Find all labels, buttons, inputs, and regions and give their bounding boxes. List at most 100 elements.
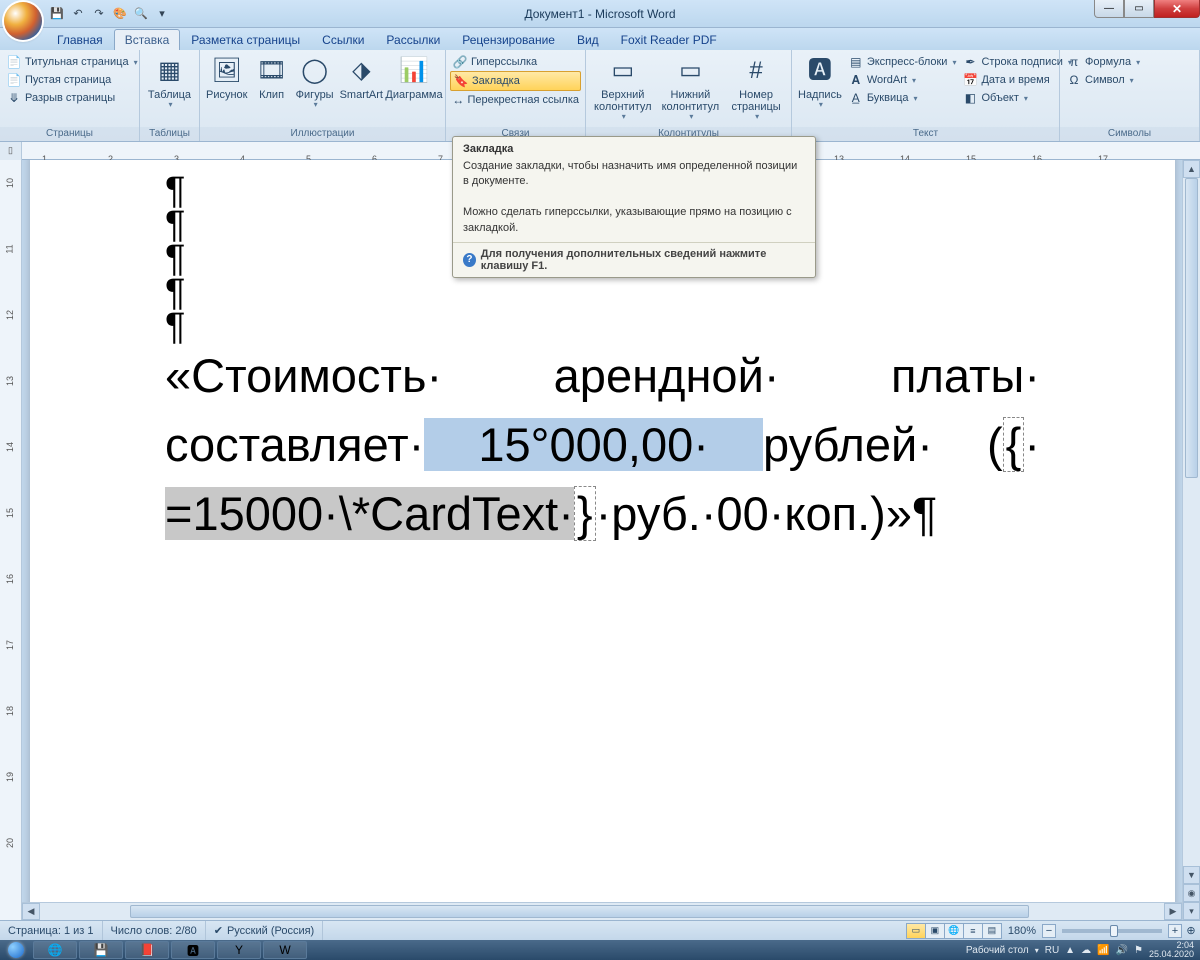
zoom-thumb[interactable] xyxy=(1110,925,1118,937)
crossref-button[interactable]: ↔Перекрестная ссылка xyxy=(450,91,581,109)
chart-button[interactable]: 📊Диаграмма xyxy=(387,53,441,103)
datetime-button[interactable]: 📅Дата и время xyxy=(960,71,1073,89)
prev-page-button[interactable]: ◉ xyxy=(1183,884,1200,902)
shapes-button[interactable]: ◯Фигуры xyxy=(294,53,336,112)
smartart-icon: ⬗ xyxy=(345,55,377,87)
qat-lookup[interactable]: 🔍 xyxy=(132,5,150,23)
tray-cloud-icon[interactable]: ☁ xyxy=(1081,945,1091,956)
pagenum-button[interactable]: #Номер страницы xyxy=(725,53,787,124)
tray-updates-icon[interactable]: ▲ xyxy=(1065,945,1075,956)
task-foxit[interactable]: 📕 xyxy=(125,941,169,959)
ruler-vertical[interactable]: 1011121314151617181920 xyxy=(0,160,22,920)
dropcap-label: Буквица xyxy=(867,92,909,104)
zoom-slider[interactable] xyxy=(1062,929,1162,933)
tab-home[interactable]: Главная xyxy=(46,29,114,50)
dropcap-button[interactable]: A̲Буквица xyxy=(846,89,959,107)
spellcheck-icon: ✔ xyxy=(214,924,223,937)
page-break-button[interactable]: ⤋Разрыв страницы xyxy=(4,89,140,107)
tab-mailings[interactable]: Рассылки xyxy=(375,29,451,50)
smartart-button[interactable]: ⬗SmartArt xyxy=(338,53,385,103)
object-button[interactable]: ◧Объект xyxy=(960,89,1073,107)
tray-network-icon[interactable]: 📶 xyxy=(1097,945,1109,956)
tab-review[interactable]: Рецензирование xyxy=(451,29,566,50)
zoom-in-button[interactable]: + xyxy=(1168,924,1182,938)
clip-button[interactable]: 🎞Клип xyxy=(252,53,292,103)
tab-pagelayout[interactable]: Разметка страницы xyxy=(180,29,311,50)
scroll-v-thumb[interactable] xyxy=(1185,178,1198,478)
shapes-label: Фигуры xyxy=(296,89,334,101)
document-body[interactable]: «Стоимость· арендной· платы· составляет·… xyxy=(165,342,1040,549)
task-abbyy[interactable]: 🅰 xyxy=(171,941,215,959)
task-chrome[interactable]: 🌐 xyxy=(33,941,77,959)
hyperlink-label: Гиперссылка xyxy=(471,56,537,68)
office-button[interactable] xyxy=(4,2,42,40)
start-button[interactable] xyxy=(0,940,32,960)
show-desktop[interactable]: Рабочий стол xyxy=(966,945,1029,956)
status-words[interactable]: Число слов: 2/80 xyxy=(103,921,206,940)
task-save[interactable]: 💾 xyxy=(79,941,123,959)
scroll-down-button[interactable]: ▼ xyxy=(1183,866,1200,884)
group-text-label: Текст xyxy=(792,127,1059,141)
symbol-label: Символ xyxy=(1085,74,1125,86)
view-draft[interactable]: ▤ xyxy=(982,923,1002,939)
table-button[interactable]: ▦Таблица xyxy=(144,53,195,112)
scroll-right-button[interactable]: ▶ xyxy=(1164,903,1182,920)
quickparts-button[interactable]: ▤Экспресс-блоки xyxy=(846,53,959,71)
ruler-corner[interactable]: ▯ xyxy=(0,142,22,160)
view-outline[interactable]: ≡ xyxy=(963,923,983,939)
scrollbar-horizontal[interactable]: ◀ ▶ xyxy=(22,902,1182,920)
tray-clock[interactable]: 2:04 25.04.2020 xyxy=(1149,941,1194,959)
status-page[interactable]: Страница: 1 из 1 xyxy=(0,921,103,940)
task-word[interactable]: W xyxy=(263,941,307,959)
wordart-button[interactable]: 𝐀WordArt xyxy=(846,71,959,89)
scroll-h-thumb[interactable] xyxy=(130,905,1029,918)
task-yandex[interactable]: Y xyxy=(217,941,261,959)
picture-button[interactable]: 🖼Рисунок xyxy=(204,53,250,103)
minimize-button[interactable]: — xyxy=(1094,0,1124,18)
tray-action-icon[interactable]: ⚑ xyxy=(1134,945,1143,956)
tray-volume-icon[interactable]: 🔊 xyxy=(1116,945,1128,956)
text-line1: «Стоимость· арендной· платы· xyxy=(165,349,1040,402)
zoom-out-button[interactable]: − xyxy=(1042,924,1056,938)
scroll-left-button[interactable]: ◀ xyxy=(22,903,40,920)
qat-style[interactable]: 🎨 xyxy=(111,5,129,23)
textbox-button[interactable]: 🅰Надпись xyxy=(796,53,844,112)
qat-redo[interactable]: ↷ xyxy=(90,5,108,23)
tray-lang[interactable]: RU xyxy=(1045,945,1059,956)
tab-foxit[interactable]: Foxit Reader PDF xyxy=(610,29,728,50)
tab-references[interactable]: Ссылки xyxy=(311,29,375,50)
sigline-button[interactable]: ✒Строка подписи xyxy=(960,53,1073,71)
status-bar: Страница: 1 из 1 Число слов: 2/80 ✔ Русск… xyxy=(0,920,1200,940)
zoom-fit-button[interactable]: ⊕ xyxy=(1182,924,1200,937)
title-page-button[interactable]: 📄Титульная страница xyxy=(4,53,140,71)
close-button[interactable]: ✕ xyxy=(1154,0,1200,18)
view-print-layout[interactable]: ▭ xyxy=(906,923,926,939)
next-page-button[interactable]: ▾ xyxy=(1183,902,1200,920)
status-lang-text: Русский (Россия) xyxy=(227,925,314,937)
qat-save[interactable]: 💾 xyxy=(48,5,66,23)
bookmark-label: Закладка xyxy=(472,75,520,87)
scrollbar-vertical[interactable]: ▲ ▼ ◉ ▾ xyxy=(1182,160,1200,920)
tab-insert[interactable]: Вставка xyxy=(114,29,181,50)
page-break-label: Разрыв страницы xyxy=(25,92,115,104)
footer-button[interactable]: ▭Нижний колонтитул xyxy=(658,53,724,124)
maximize-button[interactable]: ▭ xyxy=(1124,0,1154,18)
tooltip-p2: Можно сделать гиперссылки, указывающие п… xyxy=(463,205,805,236)
symbol-button[interactable]: ΩСимвол xyxy=(1064,71,1142,89)
header-button[interactable]: ▭Верхний колонтитул xyxy=(590,53,656,124)
tab-view[interactable]: Вид xyxy=(566,29,610,50)
qat-customize[interactable]: ▾ xyxy=(153,5,171,23)
scroll-up-button[interactable]: ▲ xyxy=(1183,160,1200,178)
hyperlink-button[interactable]: 🔗Гиперссылка xyxy=(450,53,581,71)
view-web[interactable]: 🌐 xyxy=(944,923,964,939)
tooltip-title: Закладка xyxy=(453,137,815,157)
tooltip-p1: Создание закладки, чтобы назначить имя о… xyxy=(463,159,805,190)
status-lang[interactable]: ✔ Русский (Россия) xyxy=(206,921,324,940)
bookmark-button[interactable]: 🔖Закладка xyxy=(450,71,581,91)
equation-button[interactable]: πФормула xyxy=(1064,53,1142,71)
blank-page-button[interactable]: 📄Пустая страница xyxy=(4,71,140,89)
qat-undo[interactable]: ↶ xyxy=(69,5,87,23)
zoom-level[interactable]: 180% xyxy=(1008,925,1036,937)
view-full-screen[interactable]: ▣ xyxy=(925,923,945,939)
tray-chevron-icon[interactable]: ▾ xyxy=(1035,946,1039,955)
